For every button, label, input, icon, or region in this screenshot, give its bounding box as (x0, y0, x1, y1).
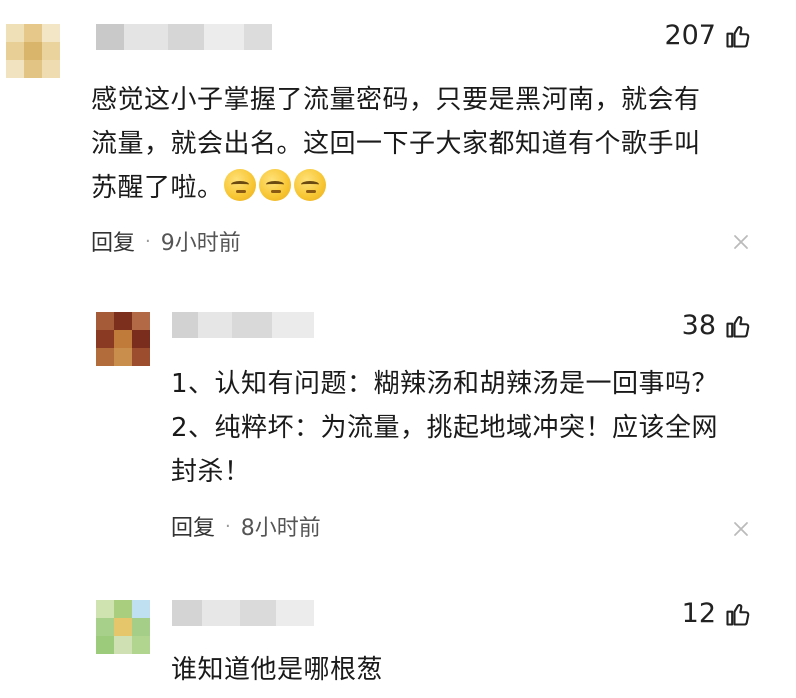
reply-button[interactable]: 回复 (171, 510, 215, 542)
username-blurred[interactable] (96, 24, 272, 50)
like-count-value: 12 (681, 598, 716, 629)
smirk-emoji-icon (258, 169, 291, 201)
separator-dot: · (225, 515, 231, 537)
comment-line: 2、纯粹坏：为流量，挑起地域冲突！应该全网 (171, 413, 719, 443)
comment-line-text: 苏醒了啦。 (91, 173, 224, 203)
comment-line: 1、认知有问题：糊辣汤和胡辣汤是一回事吗？ (171, 369, 719, 399)
comment-line: 封杀！ (171, 457, 251, 487)
thumbs-up-icon[interactable] (724, 600, 752, 628)
like-count[interactable]: 207 (664, 20, 752, 51)
separator-dot: · (145, 230, 151, 252)
close-icon[interactable] (732, 520, 750, 538)
reply-button[interactable]: 回复 (91, 225, 135, 257)
comment-line: 感觉这小子掌握了流量密码，只要是黑河南，就会有 (91, 85, 701, 115)
like-count[interactable]: 12 (682, 598, 752, 629)
username-blurred[interactable] (172, 600, 314, 626)
comment-meta: 回复 · 9小时前 (91, 225, 241, 257)
comment-time: 9小时前 (160, 231, 241, 256)
like-count[interactable]: 38 (682, 310, 752, 341)
comment-line-last: 苏醒了啦。 (91, 166, 771, 210)
smirk-emoji-icon (223, 169, 256, 201)
avatar[interactable] (96, 600, 150, 654)
comment-time: 8小时前 (240, 516, 321, 541)
comment-text: 1、认知有问题：糊辣汤和胡辣汤是一回事吗？ 2、纯粹坏：为流量，挑起地域冲突！应… (171, 362, 771, 494)
like-count-value: 207 (664, 20, 716, 51)
comment-text: 感觉这小子掌握了流量密码，只要是黑河南，就会有 流量，就会出名。这回一下子大家都… (91, 78, 771, 210)
avatar[interactable] (6, 24, 60, 78)
smirk-emoji-icon (293, 169, 326, 201)
username-blurred[interactable] (172, 312, 314, 338)
thumbs-up-icon[interactable] (724, 312, 752, 340)
comment-meta: 回复 · 8小时前 (171, 510, 321, 542)
like-count-value: 38 (681, 310, 716, 341)
comment-line: 谁知道他是哪根葱 (171, 655, 384, 685)
close-icon[interactable] (732, 233, 750, 251)
comment-text: 谁知道他是哪根葱 (171, 648, 771, 692)
comment-line: 流量，就会出名。这回一下子大家都知道有个歌手叫 (91, 129, 701, 159)
avatar[interactable] (96, 312, 150, 366)
thumbs-up-icon[interactable] (724, 22, 752, 50)
